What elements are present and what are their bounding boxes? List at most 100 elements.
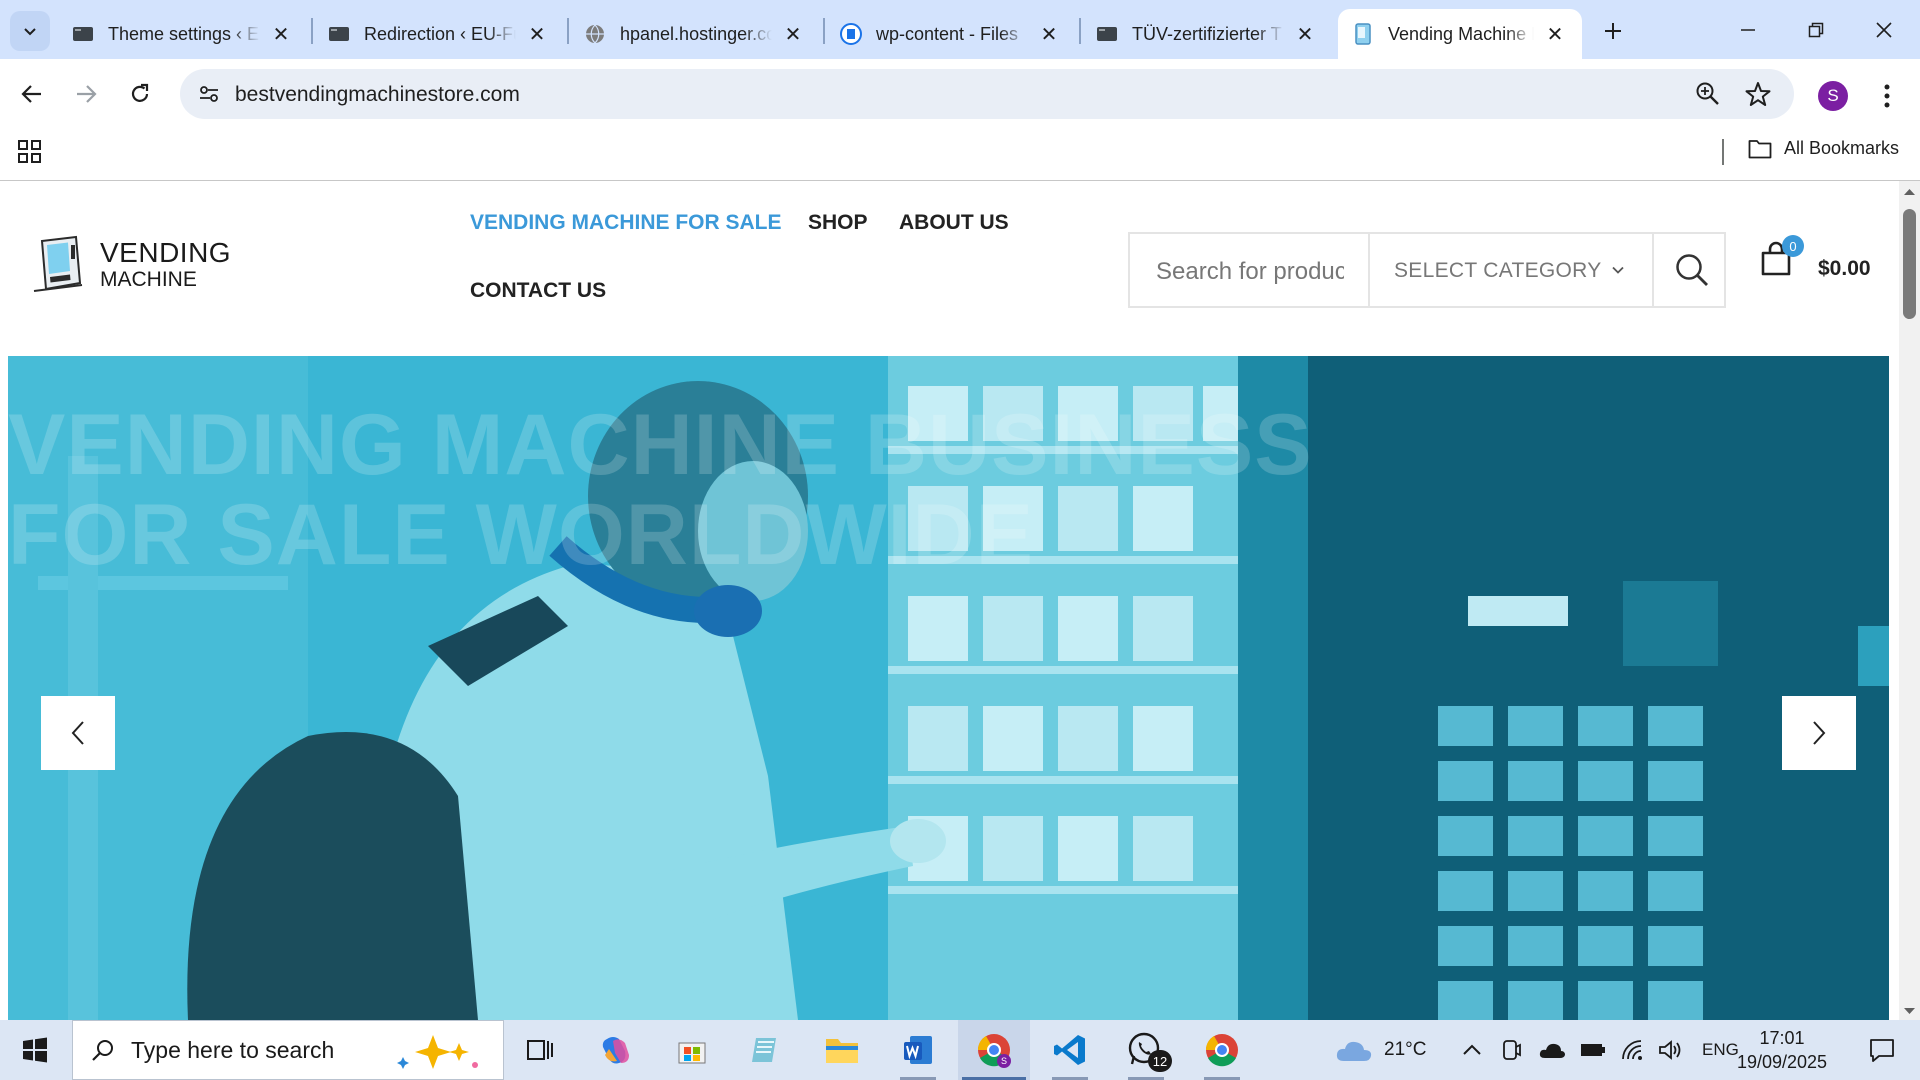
profile-avatar[interactable]: S [1818,81,1848,111]
meet-now-icon[interactable] [1500,1039,1522,1061]
taskbar-chrome[interactable] [1186,1020,1258,1080]
vending-machine-favicon-icon [1352,23,1374,45]
url-text[interactable]: bestvendingmachinestore.com [235,83,520,107]
wordpress-admin-favicon-icon [328,23,350,45]
taskbar-vscode[interactable] [1034,1020,1106,1080]
tab-wp-content[interactable]: wp-content - Files ✕ [826,9,1076,59]
whatsapp-unread-badge: 12 [1148,1050,1172,1072]
scroll-down-icon[interactable] [1899,1004,1920,1018]
nav-vending-machine-for-sale[interactable]: VENDING MACHINE FOR SALE [470,211,782,235]
scroll-up-icon[interactable] [1899,185,1920,199]
word-icon [904,1036,932,1064]
onedrive-cloud-icon[interactable] [1538,1041,1566,1059]
close-icon[interactable]: ✕ [782,23,804,46]
search-icon[interactable] [1674,252,1710,288]
taskbar-whatsapp[interactable]: 12 [1110,1020,1182,1080]
vscode-icon [1054,1035,1085,1065]
volume-icon[interactable] [1658,1039,1684,1061]
tab-title: Theme settings ‹ El [108,23,260,45]
all-bookmarks-button[interactable]: All Bookmarks [1748,138,1899,159]
scrollbar-thumb[interactable] [1903,209,1916,319]
cart-total[interactable]: $0.00 [1818,257,1871,281]
windows-taskbar: Type here to search S 12 21°C ENG 17:01 … [0,1020,1920,1080]
nav-about-us[interactable]: ABOUT US [899,211,1009,235]
tab-hpanel[interactable]: hpanel.hostinger.co ✕ [570,9,820,59]
close-icon[interactable]: ✕ [1038,23,1060,46]
clock-time: 17:01 [1759,1028,1805,1048]
nav-contact-us[interactable]: CONTACT US [470,279,606,303]
tab-separator [567,18,569,44]
copilot-sparkle-icon [397,1035,478,1069]
chevron-up-icon[interactable] [1462,1043,1482,1057]
taskbar-search-box[interactable]: Type here to search [72,1020,504,1080]
slider-prev-button[interactable] [41,696,115,770]
close-icon[interactable]: ✕ [1544,23,1566,46]
weather-widget[interactable]: 21°C [1334,1020,1426,1080]
file-manager-favicon-icon [840,23,862,45]
taskbar-word[interactable] [882,1020,954,1080]
site-info-button[interactable] [192,77,226,111]
tab-vending-machine[interactable]: Vending Machine B ✕ [1338,9,1582,59]
taskbar-notepad-app[interactable] [730,1020,802,1080]
svg-text:S: S [1001,1056,1007,1066]
vending-machine-logo-icon [30,235,92,293]
chevron-down-icon [24,28,36,36]
logo-wordmark: VENDING MACHINE [100,238,231,291]
weather-temperature: 21°C [1384,1039,1427,1060]
tab-redirection[interactable]: Redirection ‹ EU-Fu ✕ [314,9,564,59]
close-window-button[interactable] [1850,0,1918,59]
tab-title: hpanel.hostinger.co [620,23,772,45]
restore-icon [1808,22,1824,37]
taskbar-file-explorer[interactable] [806,1020,878,1080]
hero-slider: VENDING MACHINE BUSINESS FOR SALE WORLDW… [8,356,1889,1020]
tab-title: TÜV-zertifizierter T [1132,23,1284,45]
browser-menu-button[interactable] [1870,77,1904,115]
wifi-icon[interactable] [1620,1039,1644,1061]
taskbar-microsoft-store[interactable] [656,1020,728,1080]
slider-next-button[interactable] [1782,696,1856,770]
search-input[interactable]: Search for products [1156,258,1344,286]
site-logo[interactable]: VENDING MACHINE [30,235,231,293]
close-icon[interactable]: ✕ [1294,23,1316,46]
chrome-icon: S [977,1034,1011,1068]
new-tab-button[interactable] [1596,14,1630,48]
cart-button[interactable]: 0 [1758,235,1804,282]
tab-theme-settings[interactable]: Theme settings ‹ El ✕ [58,9,308,59]
tab-search-button[interactable] [10,11,50,51]
apps-grid-icon[interactable] [18,140,42,169]
page-scrollbar[interactable] [1899,181,1920,1020]
search-icon [92,1040,113,1061]
more-vertical-icon [1884,84,1890,108]
reload-icon [131,83,149,102]
task-view-button[interactable] [504,1020,576,1080]
bookmark-star-icon[interactable] [1745,81,1771,112]
cloud-icon [1336,1041,1372,1061]
taskbar-chrome-profile[interactable]: S [958,1020,1030,1080]
battery-icon[interactable] [1580,1042,1606,1058]
zoom-icon[interactable] [1695,81,1721,112]
reload-button[interactable] [120,74,160,114]
tab-separator [823,18,825,44]
forward-button[interactable] [66,74,106,114]
cart-count-badge: 0 [1782,235,1804,257]
nav-shop[interactable]: SHOP [808,211,868,235]
taskbar-clock[interactable]: 17:01 19/09/2025 [1722,1026,1842,1074]
taskbar-search-placeholder: Type here to search [131,1036,335,1063]
product-search-form: Search for products SELECT CATEGORY [1128,232,1726,308]
tab-tuv[interactable]: TÜV-zertifizierter T ✕ [1082,9,1332,59]
start-button[interactable] [0,1020,70,1080]
taskbar-copilot[interactable] [580,1020,652,1080]
chevron-down-icon[interactable] [1610,262,1626,278]
webpage: VENDING MACHINE VENDING MACHINE FOR SALE… [0,181,1920,1020]
notification-center-button[interactable] [1846,1020,1918,1080]
logo-line2: MACHINE [100,267,197,291]
back-button[interactable] [12,74,52,114]
minimize-button[interactable] [1714,0,1782,59]
close-icon[interactable]: ✕ [526,23,548,46]
hero-heading-line1: VENDING MACHINE BUSINESS [8,397,1313,493]
address-bar[interactable]: bestvendingmachinestore.com [180,69,1794,119]
folder-icon [826,1039,858,1063]
close-icon[interactable]: ✕ [270,23,292,46]
category-select[interactable]: SELECT CATEGORY [1394,259,1602,283]
restore-button[interactable] [1782,0,1850,59]
